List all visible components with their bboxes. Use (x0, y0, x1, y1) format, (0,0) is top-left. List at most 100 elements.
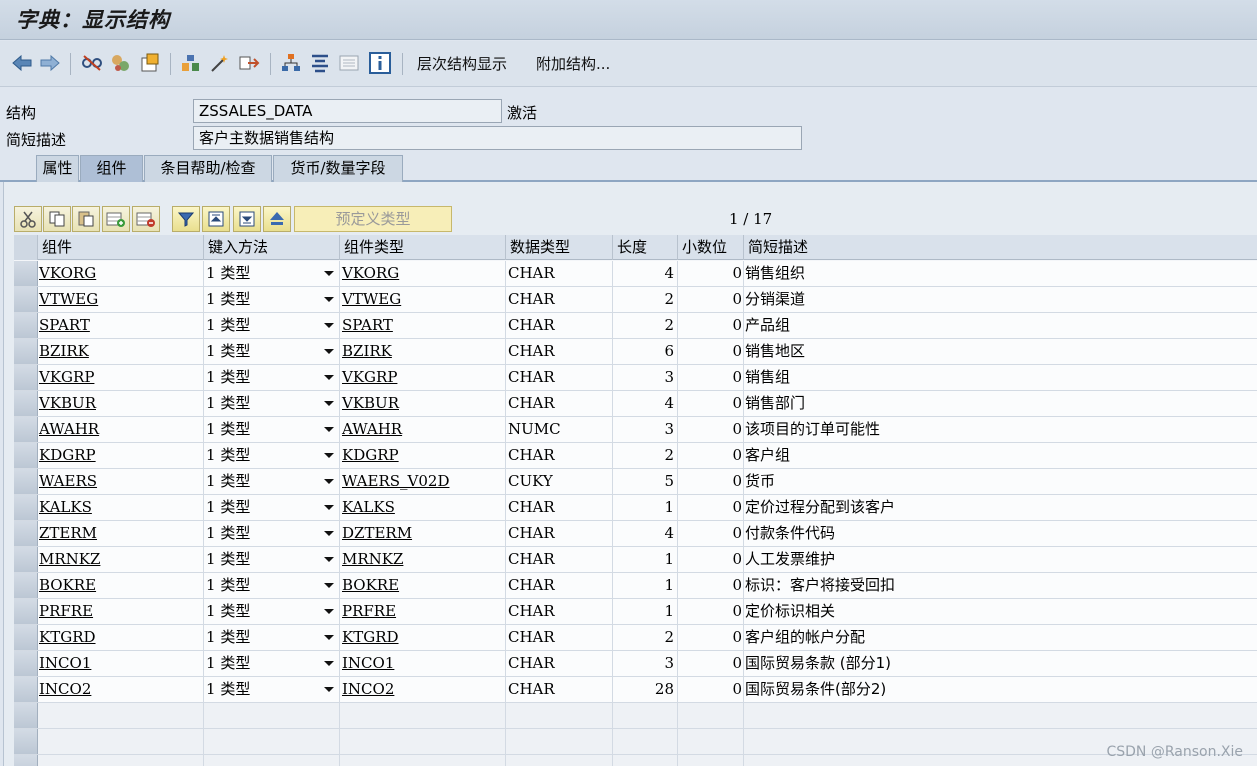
component-name-cell[interactable]: VKBUR (38, 391, 204, 416)
where-used-icon[interactable] (179, 51, 203, 75)
table-row[interactable]: WAERS 1 类型 WAERS_V02D CUKY 5 0 货币 (14, 469, 1257, 495)
component-type-cell[interactable]: KALKS (340, 495, 506, 520)
row-selector[interactable] (14, 391, 38, 416)
component-name-cell[interactable]: INCO1 (38, 651, 204, 676)
dropdown-icon[interactable] (324, 531, 334, 536)
component-type-cell[interactable]: MRNKZ (340, 547, 506, 572)
row-selector[interactable] (14, 651, 38, 676)
table-row[interactable]: AWAHR 1 类型 AWAHR NUMC 3 0 该项目的订单可能性 (14, 417, 1257, 443)
other-object-icon[interactable] (109, 51, 133, 75)
table-row[interactable]: BZIRK 1 类型 BZIRK CHAR 6 0 销售地区 (14, 339, 1257, 365)
column-header-typing-method[interactable]: 键入方法 (204, 235, 340, 260)
typing-method-cell[interactable]: 1 类型 (204, 521, 340, 546)
row-selector[interactable] (14, 625, 38, 650)
typing-method-cell[interactable]: 1 类型 (204, 339, 340, 364)
filter-icon[interactable] (172, 206, 200, 232)
component-type-cell[interactable]: BZIRK (340, 339, 506, 364)
table-row[interactable]: ZTERM 1 类型 DZTERM CHAR 4 0 付款条件代码 (14, 521, 1257, 547)
component-type-cell[interactable]: PRFRE (340, 599, 506, 624)
component-name-cell[interactable]: AWAHR (38, 417, 204, 442)
component-name-cell[interactable]: KDGRP (38, 443, 204, 468)
typing-method-cell[interactable]: 1 类型 (204, 651, 340, 676)
table-row[interactable]: INCO2 1 类型 INCO2 CHAR 28 0 国际贸易条件(部分2) (14, 677, 1257, 703)
row-selector[interactable] (14, 677, 38, 702)
component-type-cell[interactable]: SPART (340, 313, 506, 338)
dropdown-icon[interactable] (324, 479, 334, 484)
short-description-field[interactable]: 客户主数据销售结构 (193, 126, 802, 150)
component-name-cell[interactable]: BZIRK (38, 339, 204, 364)
tab-currency-quantity-fields[interactable]: 货币/数量字段 (273, 155, 403, 182)
back-icon[interactable] (10, 51, 34, 75)
table-row[interactable]: KALKS 1 类型 KALKS CHAR 1 0 定价过程分配到该客户 (14, 495, 1257, 521)
component-type-cell[interactable]: WAERS_V02D (340, 469, 506, 494)
table-row[interactable]: KTGRD 1 类型 KTGRD CHAR 2 0 客户组的帐户分配 (14, 625, 1257, 651)
column-header-short-description[interactable]: 简短描述 (744, 235, 1257, 260)
table-row[interactable]: SPART 1 类型 SPART CHAR 2 0 产品组 (14, 313, 1257, 339)
component-type-cell[interactable]: KDGRP (340, 443, 506, 468)
component-name-cell[interactable]: INCO2 (38, 677, 204, 702)
hierarchy-display-button[interactable]: 层次结构显示 (417, 53, 507, 74)
component-name-cell[interactable]: KTGRD (38, 625, 204, 650)
row-selector[interactable] (14, 755, 38, 766)
dropdown-icon[interactable] (324, 505, 334, 510)
first-page-icon[interactable] (202, 206, 230, 232)
component-name-cell[interactable]: KALKS (38, 495, 204, 520)
column-header-component-type[interactable]: 组件类型 (340, 235, 506, 260)
dropdown-icon[interactable] (324, 609, 334, 614)
component-type-cell[interactable]: INCO2 (340, 677, 506, 702)
row-selector[interactable] (14, 339, 38, 364)
table-row[interactable]: VKORG 1 类型 VKORG CHAR 4 0 销售组织 (14, 261, 1257, 287)
component-type-cell[interactable]: KTGRD (340, 625, 506, 650)
component-name-cell[interactable]: BOKRE (38, 573, 204, 598)
column-header-data-type[interactable]: 数据类型 (506, 235, 613, 260)
table-row[interactable]: BOKRE 1 类型 BOKRE CHAR 1 0 标识：客户将接受回扣 (14, 573, 1257, 599)
row-selector[interactable] (14, 547, 38, 572)
column-header-decimals[interactable]: 小数位 (678, 235, 744, 260)
table-row[interactable]: MRNKZ 1 类型 MRNKZ CHAR 1 0 人工发票维护 (14, 547, 1257, 573)
typing-method-cell[interactable]: 1 类型 (204, 625, 340, 650)
row-selector[interactable] (14, 443, 38, 468)
component-type-cell[interactable]: INCO1 (340, 651, 506, 676)
component-name-cell[interactable]: ZTERM (38, 521, 204, 546)
table-row[interactable]: PRFRE 1 类型 PRFRE CHAR 1 0 定价标识相关 (14, 599, 1257, 625)
last-page-icon[interactable] (233, 206, 261, 232)
column-header-component[interactable]: 组件 (38, 235, 204, 260)
hierarchy-icon[interactable] (279, 51, 303, 75)
empty-table-row[interactable] (14, 703, 1257, 729)
typing-method-cell[interactable]: 1 类型 (204, 313, 340, 338)
component-name-cell[interactable]: VKGRP (38, 365, 204, 390)
insert-row-icon[interactable] (102, 206, 130, 232)
info-icon[interactable] (368, 51, 392, 75)
toggle-display-icon[interactable] (80, 51, 104, 75)
dropdown-icon[interactable] (324, 401, 334, 406)
component-type-cell[interactable]: DZTERM (340, 521, 506, 546)
row-selector[interactable] (14, 417, 38, 442)
component-type-cell[interactable]: VTWEG (340, 287, 506, 312)
dropdown-icon[interactable] (324, 453, 334, 458)
typing-method-cell[interactable]: 1 类型 (204, 599, 340, 624)
row-selector[interactable] (14, 521, 38, 546)
dropdown-icon[interactable] (324, 687, 334, 692)
row-selector[interactable] (14, 729, 38, 754)
tab-components[interactable]: 组件 (80, 155, 143, 182)
row-selector[interactable] (14, 365, 38, 390)
paste-icon[interactable] (72, 206, 100, 232)
table-row[interactable]: KDGRP 1 类型 KDGRP CHAR 2 0 客户组 (14, 443, 1257, 469)
forward-icon[interactable] (38, 51, 62, 75)
expand-icon[interactable] (263, 206, 291, 232)
typing-method-cell[interactable]: 1 类型 (204, 417, 340, 442)
tab-entry-help-check[interactable]: 条目帮助/检查 (144, 155, 272, 182)
typing-method-cell[interactable]: 1 类型 (204, 547, 340, 572)
dropdown-icon[interactable] (324, 271, 334, 276)
typing-method-cell[interactable]: 1 类型 (204, 469, 340, 494)
component-type-cell[interactable]: VKGRP (340, 365, 506, 390)
dropdown-icon[interactable] (324, 375, 334, 380)
dropdown-icon[interactable] (324, 297, 334, 302)
table-row[interactable]: VTWEG 1 类型 VTWEG CHAR 2 0 分销渠道 (14, 287, 1257, 313)
cut-icon[interactable] (14, 206, 42, 232)
component-name-cell[interactable]: PRFRE (38, 599, 204, 624)
component-type-cell[interactable]: VKBUR (340, 391, 506, 416)
structure-name-field[interactable]: ZSSALES_DATA (193, 99, 502, 123)
row-selector[interactable] (14, 703, 38, 728)
dropdown-icon[interactable] (324, 557, 334, 562)
